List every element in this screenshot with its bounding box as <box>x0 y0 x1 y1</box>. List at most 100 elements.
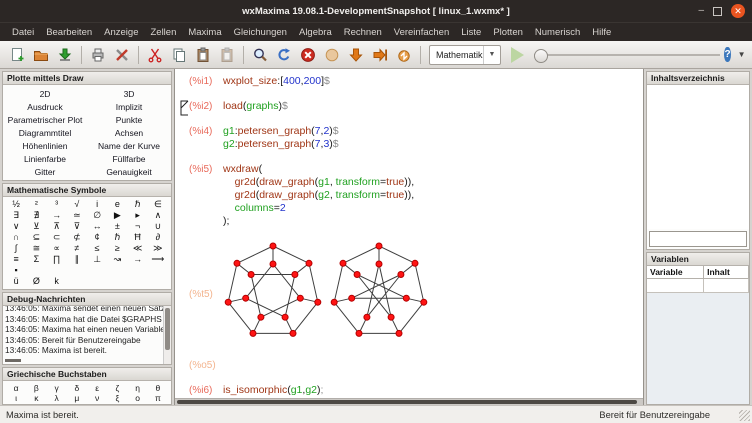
math-symbol-button[interactable]: ∫ <box>6 243 26 254</box>
math-symbol-button[interactable]: ¢ <box>87 232 107 243</box>
draw-button-linienfarbe[interactable]: Linienfarbe <box>3 152 87 165</box>
worksheet[interactable]: (%i1)wxplot_size:[400,200]$(%i2)load(gra… <box>175 69 643 398</box>
math-symbol-button[interactable]: ∝ <box>47 243 67 254</box>
debug-horizontal-scrollbar[interactable] <box>5 359 21 362</box>
math-symbol-button[interactable]: k <box>47 276 67 287</box>
open-folder-button[interactable] <box>30 44 52 66</box>
draw-button-2d[interactable]: 2D <box>3 87 87 100</box>
math-symbol-button[interactable]: ≥ <box>107 243 127 254</box>
print-button[interactable] <box>87 44 109 66</box>
paste-button[interactable] <box>192 44 214 66</box>
cell-bracket[interactable] <box>179 100 189 121</box>
draw-button-gitter[interactable]: Gitter <box>3 165 87 178</box>
menu-algebra[interactable]: Algebra <box>293 25 338 40</box>
math-symbol-button[interactable]: ▶ <box>107 210 127 221</box>
math-symbol-button[interactable]: ℏ <box>107 232 127 243</box>
worksheet-horizontal-scrollbar[interactable] <box>175 398 643 405</box>
evaluate-to-line-button[interactable] <box>369 44 391 66</box>
menu-maxima[interactable]: Maxima <box>182 25 227 40</box>
draw-button-implizit[interactable]: Implizit <box>87 100 171 113</box>
paste-special-button[interactable] <box>216 44 238 66</box>
math-symbol-button[interactable]: ³ <box>47 199 67 210</box>
greek-letter-button[interactable]: θ <box>148 383 168 393</box>
math-symbol-button[interactable]: ⊼ <box>47 221 67 232</box>
math-symbol-button[interactable]: ∃ <box>6 210 26 221</box>
play-animation-icon[interactable] <box>511 47 524 63</box>
greek-letter-button[interactable]: ε <box>87 383 107 393</box>
math-symbol-button[interactable]: ≡ <box>6 254 26 265</box>
math-symbol-button[interactable]: ⟶ <box>148 254 168 265</box>
menu-hilfe[interactable]: Hilfe <box>586 25 617 40</box>
math-symbol-button[interactable]: ⊂ <box>47 232 67 243</box>
math-symbol-button[interactable]: ≠ <box>67 243 87 254</box>
toc-filter-input[interactable] <box>649 231 747 247</box>
menu-liste[interactable]: Liste <box>455 25 487 40</box>
jump-button[interactable] <box>393 44 415 66</box>
copy-button[interactable] <box>168 44 190 66</box>
math-symbol-button[interactable]: ≅ <box>26 243 46 254</box>
math-symbol-button[interactable]: ∏ <box>47 254 67 265</box>
math-symbol-button[interactable]: ≤ <box>87 243 107 254</box>
greek-letter-button[interactable]: δ <box>67 383 87 393</box>
maximize-button[interactable] <box>713 7 722 16</box>
draw-button-h-henlinien[interactable]: Höhenlinien <box>3 139 87 152</box>
greek-letter-button[interactable]: ι <box>6 393 26 403</box>
toolbar-overflow-icon[interactable]: ▼ <box>735 50 749 59</box>
math-symbol-button[interactable]: √ <box>67 199 87 210</box>
cell-code-input[interactable]: g1:petersen_graph(7,2)$g2:petersen_graph… <box>223 125 339 151</box>
math-symbol-button[interactable]: ⊆ <box>26 232 46 243</box>
cell-code-input[interactable]: is_isomorphic(g1,g2); <box>223 384 323 397</box>
math-symbol-button[interactable]: ∥ <box>67 254 87 265</box>
draw-button-ausdruck[interactable]: Ausdruck <box>3 100 87 113</box>
math-symbol-button[interactable]: Ħ <box>128 232 148 243</box>
menu-plotten[interactable]: Plotten <box>487 25 529 40</box>
math-symbol-button[interactable]: ▪ <box>6 265 26 276</box>
math-symbol-button[interactable]: ↔ <box>87 221 107 232</box>
math-symbol-button[interactable]: ≪ <box>128 243 148 254</box>
draw-button-parametrischer-plot[interactable]: Parametrischer Plot <box>3 113 87 126</box>
mode-select[interactable]: Mathematik ▼ <box>429 45 501 65</box>
greek-letter-button[interactable]: β <box>26 383 46 393</box>
math-symbol-button[interactable]: ⊄ <box>67 232 87 243</box>
math-symbol-button[interactable]: ℏ <box>128 199 148 210</box>
interrupt-button[interactable] <box>297 44 319 66</box>
math-symbol-button[interactable]: e <box>107 199 127 210</box>
greek-letter-button[interactable]: γ <box>47 383 67 393</box>
evaluate-button[interactable] <box>321 44 343 66</box>
greek-letter-button[interactable]: ζ <box>107 383 127 393</box>
cut-button[interactable] <box>144 44 166 66</box>
greek-letter-button[interactable]: μ <box>67 393 87 403</box>
math-symbol-button[interactable]: ↝ <box>107 254 127 265</box>
math-symbol-button[interactable]: ∩ <box>6 232 26 243</box>
slider-thumb[interactable] <box>534 49 548 63</box>
debug-vertical-scrollbar[interactable] <box>163 306 171 364</box>
close-button[interactable]: ✕ <box>731 4 745 18</box>
draw-button-diagrammtitel[interactable]: Diagrammtitel <box>3 126 87 139</box>
math-symbol-button[interactable]: ⊥ <box>87 254 107 265</box>
greek-letter-button[interactable]: α <box>6 383 26 393</box>
math-symbol-button[interactable]: ⊻ <box>26 221 46 232</box>
greek-letter-button[interactable]: ο <box>128 393 148 403</box>
cell-code-input[interactable]: wxplot_size:[400,200]$ <box>223 75 330 88</box>
toc-list[interactable] <box>647 85 749 229</box>
math-symbol-button[interactable]: ⊽ <box>67 221 87 232</box>
greek-letter-button[interactable]: ν <box>87 393 107 403</box>
help-icon[interactable]: ? <box>724 47 730 62</box>
menu-anzeige[interactable]: Anzeige <box>98 25 144 40</box>
menu-bearbeiten[interactable]: Bearbeiten <box>40 25 98 40</box>
follow-button[interactable] <box>345 44 367 66</box>
draw-button-3d[interactable]: 3D <box>87 87 171 100</box>
menu-gleichungen[interactable]: Gleichungen <box>228 25 293 40</box>
math-symbol-button[interactable]: ▸ <box>128 210 148 221</box>
worksheet-hscroll-thumb[interactable] <box>177 400 637 404</box>
find-button[interactable] <box>249 44 271 66</box>
greek-letter-button[interactable]: λ <box>47 393 67 403</box>
math-symbol-button[interactable]: i <box>87 199 107 210</box>
math-symbol-button[interactable]: ∈ <box>148 199 168 210</box>
variables-empty-cell[interactable] <box>647 279 704 293</box>
animation-slider[interactable] <box>534 47 720 63</box>
menu-datei[interactable]: Datei <box>6 25 40 40</box>
math-symbol-button[interactable]: ½ <box>6 199 26 210</box>
menu-zellen[interactable]: Zellen <box>144 25 182 40</box>
debug-log[interactable]: 13:46:05: Maxima sendet einen neuen Satz… <box>3 306 171 364</box>
